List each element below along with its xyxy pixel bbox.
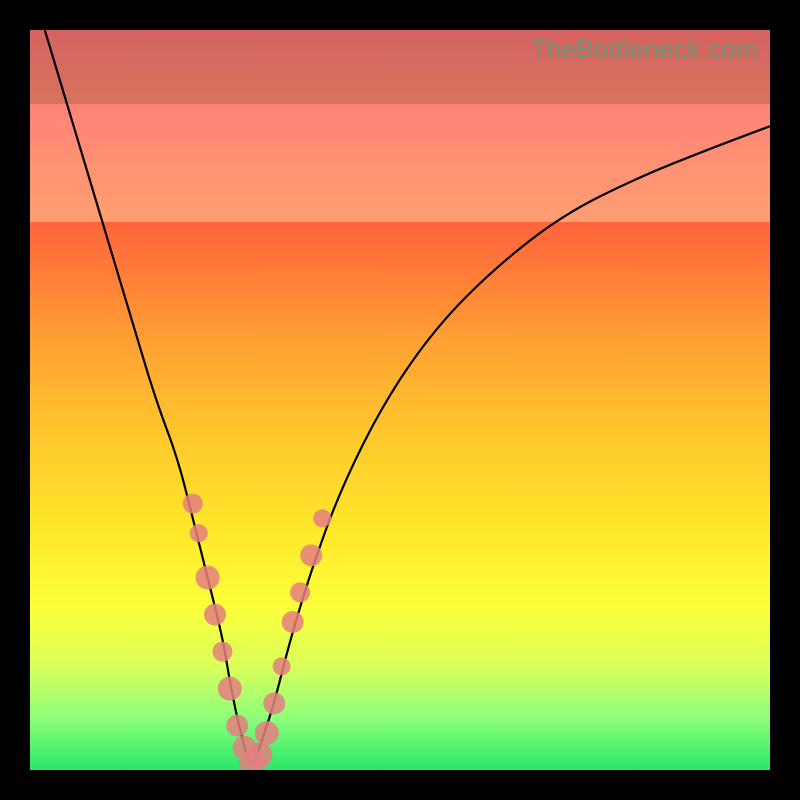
data-marker bbox=[290, 582, 310, 602]
chart-area: TheBottleneck.com bbox=[30, 30, 770, 770]
data-marker bbox=[273, 657, 291, 675]
data-marker bbox=[183, 494, 203, 514]
marker-group bbox=[183, 494, 331, 770]
data-marker bbox=[263, 692, 285, 714]
data-marker bbox=[282, 611, 304, 633]
plot-svg bbox=[30, 30, 770, 770]
data-marker bbox=[204, 604, 226, 626]
data-marker bbox=[218, 677, 242, 701]
bottleneck-curve bbox=[45, 30, 770, 764]
data-marker bbox=[255, 721, 279, 745]
data-marker bbox=[246, 742, 272, 768]
data-marker bbox=[226, 715, 248, 737]
data-marker bbox=[300, 544, 322, 566]
data-marker bbox=[190, 524, 208, 542]
data-marker bbox=[313, 509, 331, 527]
data-marker bbox=[212, 642, 232, 662]
data-marker bbox=[196, 566, 220, 590]
